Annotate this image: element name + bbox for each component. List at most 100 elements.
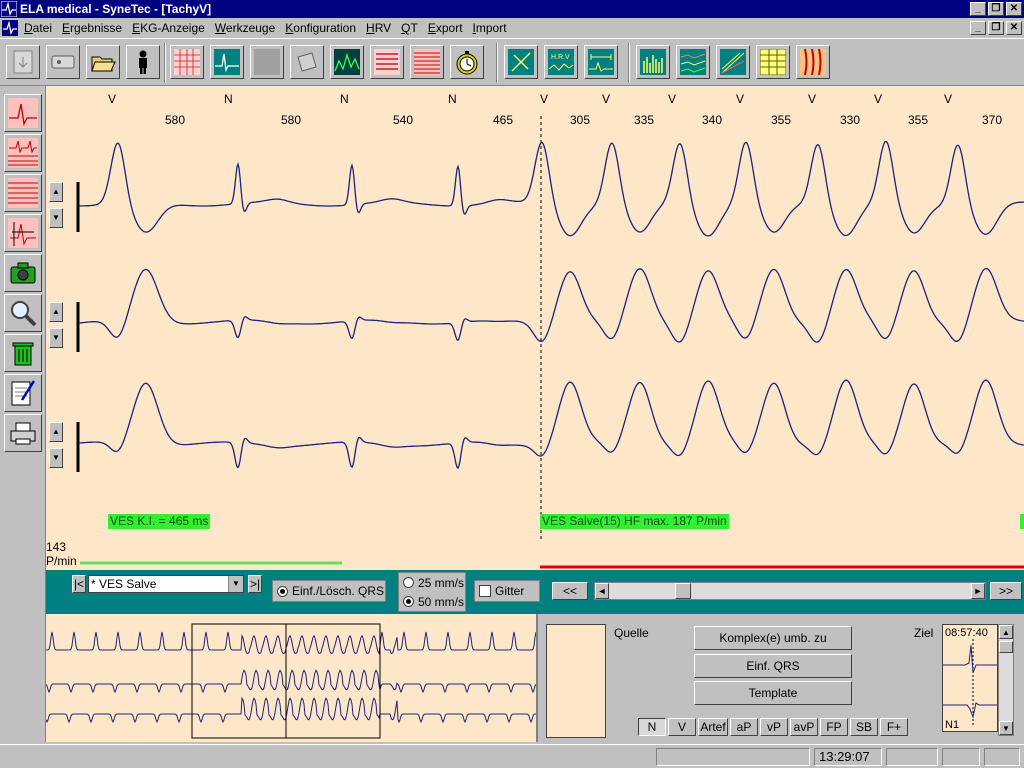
chevron-down-icon[interactable]: ▼: [228, 576, 243, 592]
notepad-pen-icon: [11, 380, 36, 406]
menu-ekg-anzeige[interactable]: EKG-Anzeige: [132, 21, 205, 35]
close-button[interactable]: ✕: [1006, 2, 1022, 16]
heart-rate-readout: 143 P/min: [46, 540, 77, 568]
patient-button[interactable]: [126, 45, 160, 79]
forward-button[interactable]: >>: [990, 582, 1022, 600]
ecg-beat-button[interactable]: [210, 45, 244, 79]
mdi-close-button[interactable]: ✕: [1006, 21, 1022, 35]
speed-50-option[interactable]: 50 mm/s: [399, 595, 464, 609]
ziel-scroll-down[interactable]: ▼: [999, 721, 1013, 735]
ecg-app-icon: [1, 1, 17, 17]
event-select[interactable]: * VES Salve ▼: [88, 575, 244, 593]
type-button-fplus[interactable]: F+: [880, 718, 908, 736]
gitter-option[interactable]: Gitter: [474, 580, 540, 602]
window-title: ELA medical - SyneTec - [TachyV]: [20, 2, 212, 16]
multi-beat-view-button[interactable]: [4, 134, 42, 172]
rewind-button[interactable]: <<: [552, 582, 588, 600]
quelle-label: Quelle: [614, 626, 649, 640]
hr-tool-button[interactable]: [504, 45, 538, 79]
type-button-vp[interactable]: vP: [760, 718, 788, 736]
full-disclosure-button[interactable]: [410, 45, 444, 79]
trend-view-button[interactable]: [676, 45, 710, 79]
mdi-restore-button[interactable]: ❐: [988, 21, 1004, 35]
status-panel-4: [942, 748, 980, 766]
hrv-button[interactable]: H.R.V: [544, 45, 578, 79]
komplex-umb-button[interactable]: Komplex(e) umb. zu: [694, 626, 852, 650]
ziel-channel-2: [943, 702, 997, 719]
first-event-button[interactable]: |<: [72, 575, 86, 593]
timer-button[interactable]: [450, 45, 484, 79]
type-button-artef[interactable]: Artef: [698, 718, 728, 736]
recorder-button[interactable]: [46, 45, 80, 79]
overview-strip[interactable]: [46, 614, 536, 742]
status-time: 13:29:07: [814, 748, 882, 766]
camera-button[interactable]: [4, 254, 42, 292]
strips-button[interactable]: [370, 45, 404, 79]
menu-bar: Datei Ergebnisse EKG-Anzeige Werkzeuge K…: [0, 18, 1024, 38]
type-button-avp[interactable]: avP: [790, 718, 818, 736]
blank-tool-button[interactable]: [250, 45, 284, 79]
ves-salve-event-label[interactable]: VES Salve(15) HF max. 187 P/min: [540, 514, 729, 529]
einf-losch-qrs-option[interactable]: Einf./Lösch. QRS: [272, 580, 386, 602]
single-beat-view-button[interactable]: [4, 94, 42, 132]
menu-konfiguration[interactable]: Konfiguration: [285, 21, 356, 35]
minimize-button[interactable]: _: [970, 2, 986, 16]
menu-ergebnisse[interactable]: Ergebnisse: [62, 21, 122, 35]
speed-25-option[interactable]: 25 mm/s: [399, 576, 464, 590]
document-ecg-icon[interactable]: [2, 20, 18, 36]
last-event-button[interactable]: >|: [248, 575, 262, 593]
menu-qt[interactable]: QT: [401, 21, 418, 35]
ziel-scroll-thumb[interactable]: [999, 641, 1013, 653]
status-panel-1: [656, 748, 810, 766]
open-folder-button[interactable]: [86, 45, 120, 79]
full-disclosure-icon: [414, 49, 440, 75]
time-scrollbar[interactable]: ◄ ►: [594, 582, 986, 600]
type-button-ap[interactable]: aP: [730, 718, 758, 736]
flash-card-button[interactable]: [6, 45, 40, 79]
type-button-n[interactable]: N: [638, 718, 666, 736]
einf-losch-radio[interactable]: [277, 585, 288, 597]
report-button[interactable]: [796, 45, 830, 79]
scroll-thumb[interactable]: [675, 583, 691, 599]
ziel-scrollbar[interactable]: ▲ ▼: [998, 624, 1014, 736]
ziel-scroll-up[interactable]: ▲: [999, 625, 1013, 639]
nva-view-button[interactable]: [170, 45, 204, 79]
status-bar: 13:29:07: [0, 744, 1024, 768]
delete-button[interactable]: [4, 334, 42, 372]
restore-button[interactable]: ❐: [988, 2, 1004, 16]
next-event-marker[interactable]: [1020, 514, 1024, 529]
type-button-sb[interactable]: SB: [850, 718, 878, 736]
scroll-right-button[interactable]: ►: [971, 583, 985, 599]
spectrum-button[interactable]: [330, 45, 364, 79]
speed-25-radio[interactable]: [403, 577, 414, 588]
table-button[interactable]: [756, 45, 790, 79]
notes-button[interactable]: [4, 374, 42, 412]
gitter-label: Gitter: [495, 584, 525, 598]
type-button-fp[interactable]: FP: [820, 718, 848, 736]
measure-view-button[interactable]: [4, 214, 42, 252]
print-button[interactable]: [4, 414, 42, 452]
template-button[interactable]: Template: [694, 681, 852, 705]
menu-werkzeuge[interactable]: Werkzeuge: [215, 21, 275, 35]
zoom-button[interactable]: [4, 294, 42, 332]
blank-tool-button-2[interactable]: [290, 45, 324, 79]
type-button-v[interactable]: V: [668, 718, 696, 736]
scroll-left-button[interactable]: ◄: [595, 583, 609, 599]
st-trend-button[interactable]: [716, 45, 750, 79]
qt-trend-button[interactable]: [636, 45, 670, 79]
ecg-display[interactable]: V N N N V V V V V V V 580 580 540 465 30…: [46, 86, 1024, 570]
printer-icon: [10, 422, 36, 445]
ves-ki-event-label[interactable]: VES K.I. = 465 ms: [108, 514, 211, 529]
strip-view-button[interactable]: [4, 174, 42, 212]
menu-hrv[interactable]: HRV: [366, 21, 391, 35]
stopwatch-icon: [456, 51, 478, 75]
qt-measure-button[interactable]: [584, 45, 618, 79]
gitter-checkbox[interactable]: [479, 585, 491, 597]
speed-50-radio[interactable]: [403, 596, 414, 607]
menu-import[interactable]: Import: [473, 21, 507, 35]
mdi-minimize-button[interactable]: _: [970, 21, 986, 35]
strips-icon: [374, 49, 400, 75]
menu-export[interactable]: Export: [428, 21, 463, 35]
einf-qrs-button[interactable]: Einf. QRS: [694, 654, 852, 678]
menu-datei[interactable]: Datei: [24, 21, 52, 35]
